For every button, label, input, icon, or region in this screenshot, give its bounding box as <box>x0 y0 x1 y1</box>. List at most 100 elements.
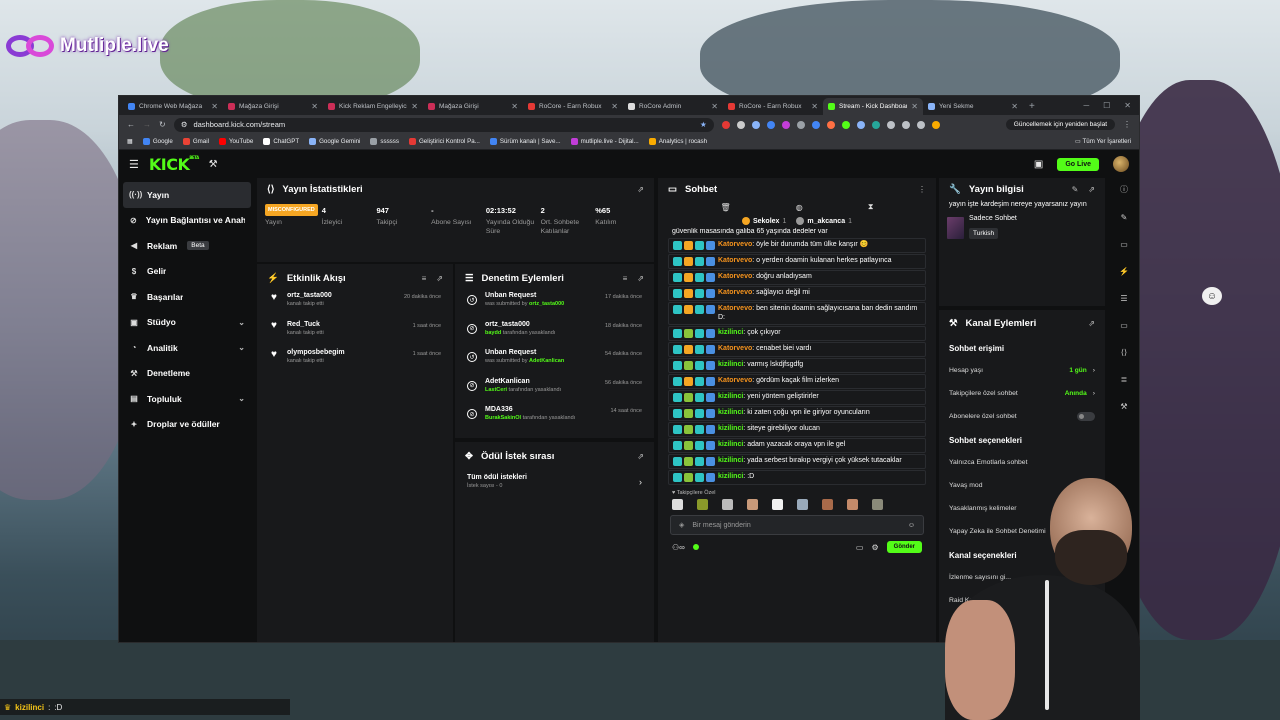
chat-message[interactable]: kizilinci: varmış lskdjfsgdfg <box>668 358 926 373</box>
activity-user[interactable]: Red_Tuck <box>287 321 324 328</box>
all-reward-requests[interactable]: Tüm ödül istekleri İstek sayısı - 0 › <box>455 470 654 493</box>
address-bar[interactable]: ⚙ dashboard.kick.com/stream ★ <box>173 117 714 132</box>
extension-icon[interactable] <box>736 120 745 129</box>
browser-tab[interactable]: Stream - Kick Dashboard ✕ <box>823 98 923 115</box>
moderator-name[interactable]: LastCeri <box>485 387 507 393</box>
extension-icon[interactable] <box>721 120 730 129</box>
all-bookmarks-link[interactable]: ▭ Tüm Yer İşaretleri <box>1075 138 1131 145</box>
apps-grid-icon[interactable]: ▦ <box>127 138 133 145</box>
menu-kebab-icon[interactable]: ⋮ <box>1123 120 1131 129</box>
subscribers-only-toggle[interactable] <box>1077 412 1095 421</box>
chat-username[interactable]: kizilinci <box>718 329 743 336</box>
extension-icon[interactable] <box>796 120 805 129</box>
emote-icon[interactable] <box>872 498 883 510</box>
bookmark-item[interactable]: ssssss <box>370 138 399 145</box>
bookmark-item[interactable]: mutliple.live - Dijital... <box>570 138 639 145</box>
chat-message[interactable]: kizilinci: :D <box>668 470 926 485</box>
extension-icon[interactable] <box>871 120 880 129</box>
chat-message[interactable]: Katorvevo: o yerden doamin kulanan herke… <box>668 254 926 269</box>
sidebar-item[interactable]: ⊘ Yayın Bağlantısı ve Anahtarı <box>123 208 251 234</box>
moderation-item[interactable]: ↺ Unban Request was submitted by ortz_tast… <box>455 292 654 321</box>
followers-only-row[interactable]: Takipçilere özel sohbet Anında › <box>939 382 1105 405</box>
chat-message[interactable]: Katorvevo: doğru anladıysam <box>668 270 926 285</box>
sidebar-item[interactable]: ▤ Topluluk ⌄ <box>123 386 251 412</box>
emote-icon[interactable] <box>822 498 833 510</box>
chat-message[interactable]: kizilinci: yada serbest bırakıp vergiyi … <box>668 454 926 469</box>
kick-points-icon[interactable]: ⚇∞ <box>672 543 685 552</box>
settings-icon[interactable]: ⚙ <box>871 543 878 552</box>
emote-icon[interactable] <box>772 498 783 510</box>
chat-message[interactable]: kizilinci: siteye girebiliyor olucan <box>668 422 926 437</box>
chat-message[interactable]: Katorvevo: ben sitenin doamin sağlayıcıs… <box>668 302 926 325</box>
bookmark-item[interactable]: YouTube <box>218 138 253 145</box>
moderation-item[interactable]: ⊘ ortz_tasta000 baydd tarafından yasakland… <box>455 321 654 350</box>
close-tab-icon[interactable]: ✕ <box>811 102 818 111</box>
extension-icon[interactable] <box>841 120 850 129</box>
chat-username[interactable]: Katorvevo <box>718 345 752 352</box>
chat-username[interactable]: Katorvevo <box>718 257 752 264</box>
pinned-user[interactable]: m_akcanca 1 <box>796 217 852 225</box>
browser-tab[interactable]: Mağaza Girişi ✕ <box>223 98 323 115</box>
list-icon[interactable]: ☰ <box>1120 294 1127 303</box>
monitor-icon[interactable]: ▭ <box>1120 240 1128 249</box>
chat-bubble-icon[interactable]: ▭ <box>1120 321 1128 330</box>
go-live-button[interactable]: Go Live <box>1057 157 1099 171</box>
minimize-icon[interactable]: ─ <box>1083 101 1089 110</box>
sidepanel-icon[interactable] <box>901 120 910 129</box>
chat-username[interactable]: kizilinci <box>718 425 743 432</box>
extension-icon[interactable] <box>751 120 760 129</box>
filter-icon[interactable]: ≡ <box>623 274 628 283</box>
chat-message[interactable]: kizilinci: ki zaten çoğu vpn ile giriyor… <box>668 406 926 421</box>
browser-tab[interactable]: RoCore Admin ✕ <box>623 98 723 115</box>
send-button[interactable]: Gönder <box>886 541 922 553</box>
popout-icon[interactable]: ⇗ <box>637 185 644 194</box>
emote-icon[interactable] <box>722 498 733 510</box>
close-tab-icon[interactable]: ✕ <box>511 102 518 111</box>
hammer-icon[interactable]: ⚒ <box>1120 402 1127 411</box>
emote-icon[interactable] <box>672 498 683 510</box>
sidebar-item[interactable]: $ Gelir <box>123 259 251 285</box>
chat-message[interactable]: Katorvevo: öyle bir durumda tüm ülke kan… <box>668 238 926 253</box>
code-icon[interactable]: ⟨⟩ <box>1121 348 1127 357</box>
activity-user[interactable]: ortz_tasta000 <box>287 292 332 299</box>
bookmark-item[interactable]: Sürüm kanalı | Save... <box>489 138 561 145</box>
popout-icon[interactable]: ⇗ <box>1088 185 1095 194</box>
close-tab-icon[interactable]: ✕ <box>211 102 218 111</box>
moderator-name[interactable]: BurakSakinOl <box>485 415 521 421</box>
hourglass-icon[interactable]: ⧗ <box>868 202 874 212</box>
download-icon[interactable] <box>916 120 925 129</box>
lightning-icon[interactable]: ⚡ <box>1119 267 1129 276</box>
popout-icon[interactable]: ⇗ <box>436 274 443 283</box>
moderation-item[interactable]: ↺ Unban Request was submitted by AdetKanli… <box>455 349 654 378</box>
hammer-tool-icon[interactable]: ⚒ <box>209 159 218 170</box>
bookmark-item[interactable]: Google Gemini <box>309 138 360 145</box>
bookmark-item[interactable]: ChatGPT <box>263 138 299 145</box>
chat-username[interactable]: kizilinci <box>718 393 743 400</box>
pinned-user[interactable]: Sekolex 1 <box>741 217 786 225</box>
browser-tab[interactable]: RoCore - Earn Robux ✕ <box>723 98 823 115</box>
reload-icon[interactable]: ↻ <box>159 120 166 129</box>
chat-message[interactable]: kizilinci: adam yazacak oraya vpn ile ge… <box>668 438 926 453</box>
puzzle-icon[interactable] <box>886 120 895 129</box>
extension-icon[interactable] <box>856 120 865 129</box>
bookmark-item[interactable]: Google <box>142 138 173 145</box>
bookmark-item[interactable]: Gmail <box>182 138 209 145</box>
moderation-item[interactable]: ⊘ AdetKanlican LastCeri tarafından yasakla… <box>455 378 654 407</box>
moderator-name[interactable]: baydd <box>485 330 501 336</box>
close-tab-icon[interactable]: ✕ <box>411 102 418 111</box>
bookmark-item[interactable]: Analytics | rocash <box>648 138 707 145</box>
sidebar-item[interactable]: ♛ Başarılar <box>123 284 251 310</box>
info-icon[interactable]: ⓘ <box>1120 184 1128 195</box>
extension-icon[interactable] <box>811 120 820 129</box>
chat-username[interactable]: kizilinci <box>718 409 743 416</box>
chat-message[interactable]: Katorvevo: gördüm kaçak film izlerken <box>668 374 926 389</box>
bookmark-item[interactable]: Geliştirici Kontrol Pa... <box>408 138 480 145</box>
extension-icon[interactable] <box>826 120 835 129</box>
emote-icon[interactable] <box>697 498 708 510</box>
profile-icon[interactable] <box>931 120 940 129</box>
browser-tab[interactable]: RoCore - Earn Robux ✕ <box>523 98 623 115</box>
store-icon[interactable]: ▣ <box>1034 159 1043 170</box>
chat-username[interactable]: Katorvevo <box>718 305 752 312</box>
close-window-icon[interactable]: ✕ <box>1124 101 1131 110</box>
popout-icon[interactable]: ⇗ <box>1088 319 1095 328</box>
